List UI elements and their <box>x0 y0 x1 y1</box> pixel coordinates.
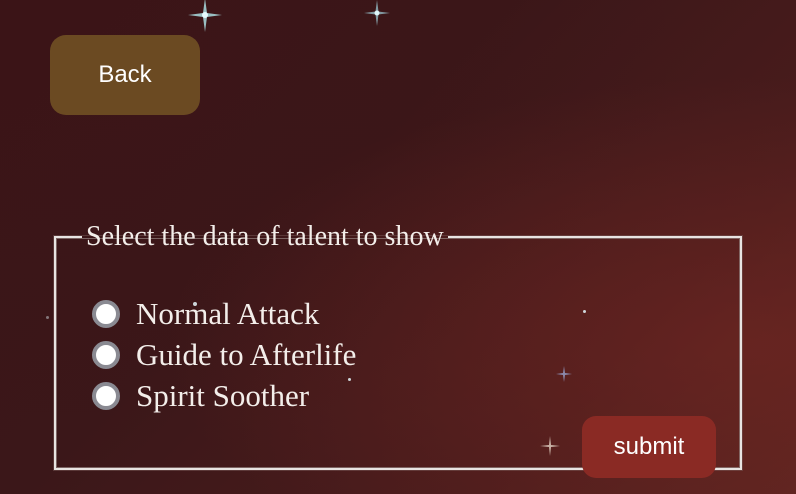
star-dot <box>46 316 49 319</box>
option-normal-attack[interactable]: Normal Attack <box>92 296 319 332</box>
back-button[interactable]: Back <box>50 35 200 115</box>
radio-normal-attack[interactable] <box>92 300 120 328</box>
radio-guide-to-afterlife[interactable] <box>92 341 120 369</box>
option-guide-to-afterlife[interactable]: Guide to Afterlife <box>92 337 356 373</box>
submit-button[interactable]: submit <box>582 416 716 478</box>
option-label[interactable]: Normal Attack <box>136 296 319 332</box>
option-label[interactable]: Spirit Soother <box>136 378 309 414</box>
form-legend: Select the data of talent to show <box>86 221 444 252</box>
option-label[interactable]: Guide to Afterlife <box>136 337 356 373</box>
sparkle-icon <box>188 0 222 32</box>
sparkle-icon <box>364 0 390 26</box>
radio-spirit-soother[interactable] <box>92 382 120 410</box>
option-spirit-soother[interactable]: Spirit Soother <box>92 378 309 414</box>
talent-select-form: Select the data of talent to show Normal… <box>54 221 742 478</box>
